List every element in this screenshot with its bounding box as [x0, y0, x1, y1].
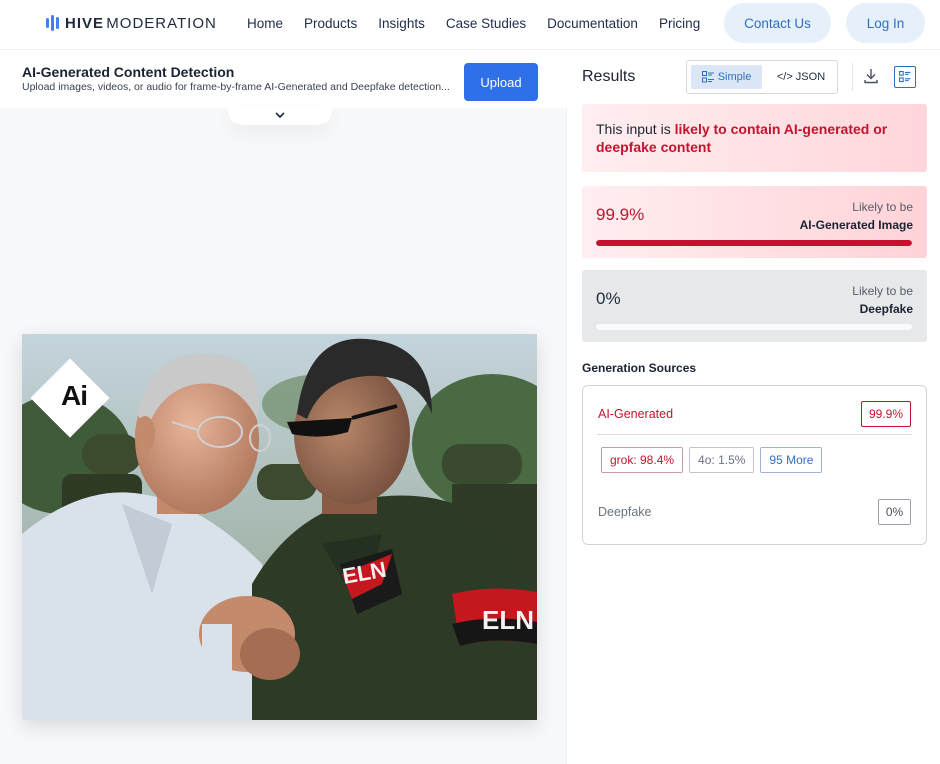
ai-score-value: 99.9% [596, 205, 645, 224]
upload-title: AI-Generated Content Detection [22, 64, 235, 80]
nav-links: Home Products Insights Case Studies Docu… [247, 0, 721, 46]
top-nav: HIVE MODERATION Home Products Insights C… [0, 0, 940, 50]
ai-watermark-text: Ai [61, 380, 88, 411]
ai-score-bar [596, 240, 912, 246]
source-ai-value-badge: 99.9% [861, 401, 911, 427]
nav-link-documentation[interactable]: Documentation [547, 16, 638, 31]
simple-view-label: Simple [717, 71, 752, 83]
nav-link-insights[interactable]: Insights [378, 16, 425, 31]
upload-bar: AI-Generated Content Detection Upload im… [0, 51, 567, 108]
generation-sources-heading: Generation Sources [582, 361, 697, 375]
deepfake-score-label-line2: Deepfake [859, 302, 913, 316]
deepfake-score-value: 0% [596, 289, 621, 308]
source-ai-label: AI-Generated [598, 407, 674, 421]
upload-button[interactable]: Upload [464, 63, 538, 101]
media-panel: AI-Generated Content Detection Upload im… [0, 51, 567, 764]
results-panel: Results Simple </> JSON This input is li… [568, 51, 940, 764]
deepfake-score-label: Likely to be Deepfake [852, 282, 913, 318]
nav-link-products[interactable]: Products [304, 16, 357, 31]
toolbar-divider [852, 63, 853, 91]
ai-score-label-line1: Likely to be [852, 200, 913, 214]
contact-us-button[interactable]: Contact Us [724, 3, 831, 43]
download-icon[interactable] [863, 67, 879, 85]
ai-generated-score-card: 99.9% Likely to be AI-Generated Image [582, 186, 927, 258]
more-sources-button[interactable]: 95 More [760, 447, 823, 473]
logo-text: HIVE MODERATION [65, 15, 217, 32]
results-heading: Results [582, 68, 636, 85]
view-toggle: Simple </> JSON [686, 60, 838, 94]
ai-score-label-line2: AI-Generated Image [799, 218, 913, 232]
source-deepfake-value-badge: 0% [878, 499, 911, 525]
nav-link-pricing[interactable]: Pricing [659, 16, 700, 31]
deepfake-score-bar [596, 324, 912, 330]
list-icon [701, 71, 714, 83]
deepfake-score-label-line1: Likely to be [852, 284, 913, 298]
upload-description: Upload images, videos, or audio for fram… [22, 81, 450, 93]
sources-divider [597, 434, 912, 435]
generation-sources-card: AI-Generated 99.9% grok: 98.4% 4o: 1.5% … [582, 385, 927, 545]
verdict-prefix: This input is [596, 121, 675, 137]
ai-score-label: Likely to be AI-Generated Image [800, 198, 913, 234]
log-in-button[interactable]: Log In [846, 3, 925, 43]
source-chip-grok: grok: 98.4% [601, 447, 684, 473]
nav-link-home[interactable]: Home [247, 16, 283, 31]
uploaded-image: ELN ELN Ai [22, 334, 537, 720]
logo-rest: MODERATION [106, 14, 217, 32]
hive-logo[interactable]: HIVE MODERATION [46, 13, 217, 33]
deepfake-score-card: 0% Likely to be Deepfake [582, 270, 927, 342]
collapse-toggle[interactable] [228, 108, 332, 125]
layout-view-icon[interactable] [894, 66, 916, 88]
source-chip-4o: 4o: 1.5% [689, 447, 755, 473]
nav-link-case-studies[interactable]: Case Studies [446, 16, 526, 31]
json-view-button[interactable]: </> JSON [767, 65, 835, 89]
simple-view-button[interactable]: Simple [691, 65, 762, 89]
verdict-banner: This input is likely to contain AI-gener… [582, 104, 927, 172]
source-deepfake-label: Deepfake [598, 505, 652, 519]
armband-text: ELN [482, 605, 534, 635]
logo-bars-icon [46, 15, 59, 31]
chevron-down-icon [275, 112, 285, 119]
logo-bold: HIVE [65, 14, 105, 32]
source-chips: grok: 98.4% 4o: 1.5% 95 More [601, 447, 823, 473]
ai-score-bar-fill [596, 240, 912, 246]
